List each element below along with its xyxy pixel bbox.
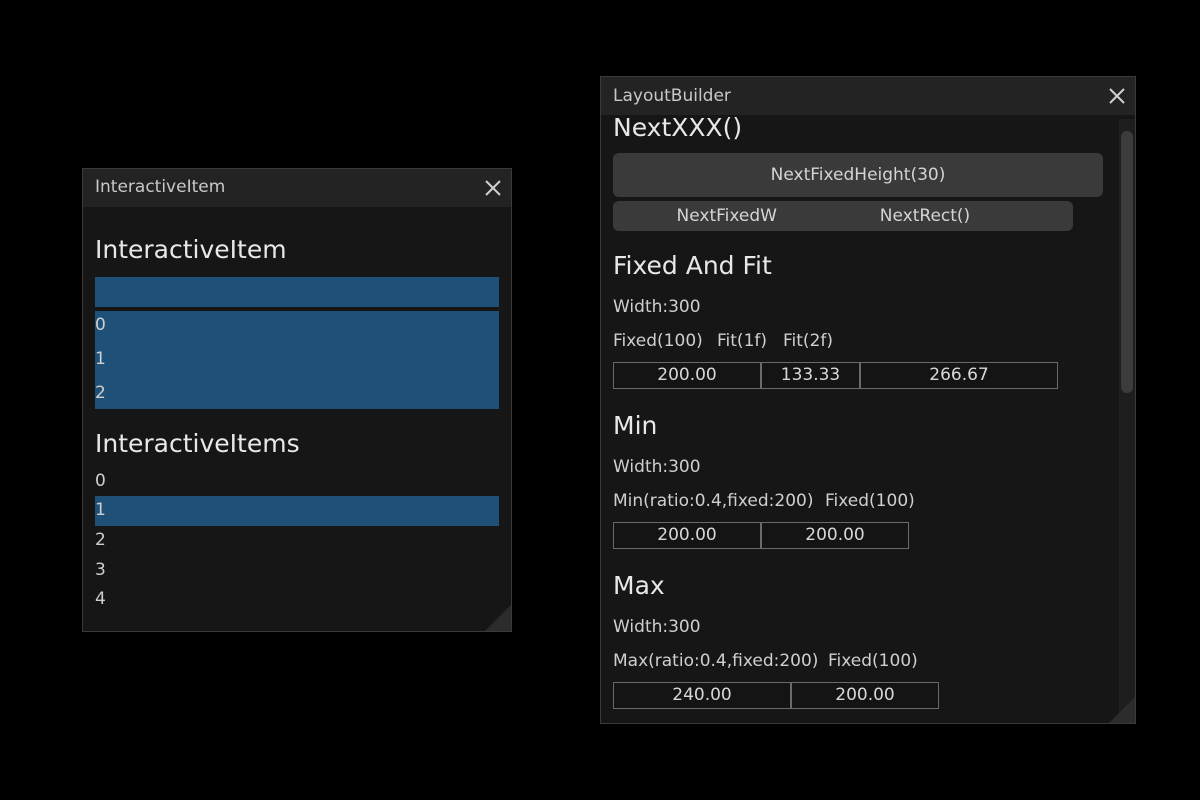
close-icon[interactable] <box>483 178 503 198</box>
resize-grip-icon[interactable] <box>485 605 511 631</box>
window-titlebar[interactable]: InteractiveItem <box>83 169 511 207</box>
next-fixed-height-button[interactable]: NextFixedHeight(30) <box>613 153 1103 197</box>
fixed-label: Fixed(100) <box>828 651 918 671</box>
section-heading-multi: InteractiveItems <box>95 429 300 458</box>
fixed-label: Fixed(100) <box>825 491 915 511</box>
single-select-field[interactable] <box>95 277 499 307</box>
list-item[interactable]: 2 <box>95 530 106 550</box>
section-heading-single: InteractiveItem <box>95 235 287 264</box>
fit-2f-label: Fit(2f) <box>783 331 833 351</box>
list-item[interactable]: 3 <box>95 560 106 580</box>
list-item[interactable]: 4 <box>95 589 106 609</box>
fixed-value-field[interactable]: 200.00 <box>761 522 909 549</box>
fit-1f-label: Fit(1f) <box>717 331 767 351</box>
close-icon[interactable] <box>1107 86 1127 106</box>
fit-2f-value-field[interactable]: 266.67 <box>860 362 1058 389</box>
fit-1f-value-field[interactable]: 133.33 <box>761 362 860 389</box>
fixed-value-field[interactable]: 200.00 <box>791 682 939 709</box>
list-item[interactable]: 0 <box>95 315 106 335</box>
max-label: Max(ratio:0.4,fixed:200) <box>613 651 819 671</box>
interactive-item-window: InteractiveItem InteractiveItem 0 1 2 In… <box>82 168 512 632</box>
resize-grip-icon[interactable] <box>1109 697 1135 723</box>
list-item[interactable]: 2 <box>95 383 106 403</box>
window-titlebar[interactable]: LayoutBuilder <box>601 77 1135 115</box>
list-item[interactable]: 1 <box>95 349 106 369</box>
section-heading-next: NextXXX() <box>613 113 743 142</box>
max-value-field[interactable]: 240.00 <box>613 682 791 709</box>
width-label: Width:300 <box>613 617 701 637</box>
fixed-label: Fixed(100) <box>613 331 703 351</box>
next-fixed-width-button[interactable]: NextFixedW <box>613 201 777 231</box>
min-label: Min(ratio:0.4,fixed:200) <box>613 491 814 511</box>
fixed-value-field[interactable]: 200.00 <box>613 362 761 389</box>
window-title: InteractiveItem <box>95 177 226 197</box>
list-item[interactable]: 1 <box>95 500 106 520</box>
window-title: LayoutBuilder <box>613 86 731 106</box>
list-item[interactable]: 0 <box>95 471 106 491</box>
section-heading-max: Max <box>613 571 665 600</box>
min-value-field[interactable]: 200.00 <box>613 522 761 549</box>
scrollbar-thumb[interactable] <box>1121 131 1133 393</box>
selected-row-highlight <box>95 496 499 526</box>
width-label: Width:300 <box>613 297 701 317</box>
section-heading-min: Min <box>613 411 658 440</box>
single-select-list[interactable] <box>95 311 499 409</box>
layout-builder-window: LayoutBuilder NextXXX() NextFixedHeight(… <box>600 76 1136 724</box>
next-rect-button[interactable]: NextRect() <box>777 201 1073 231</box>
width-label: Width:300 <box>613 457 701 477</box>
section-heading-fixed-fit: Fixed And Fit <box>613 251 772 280</box>
